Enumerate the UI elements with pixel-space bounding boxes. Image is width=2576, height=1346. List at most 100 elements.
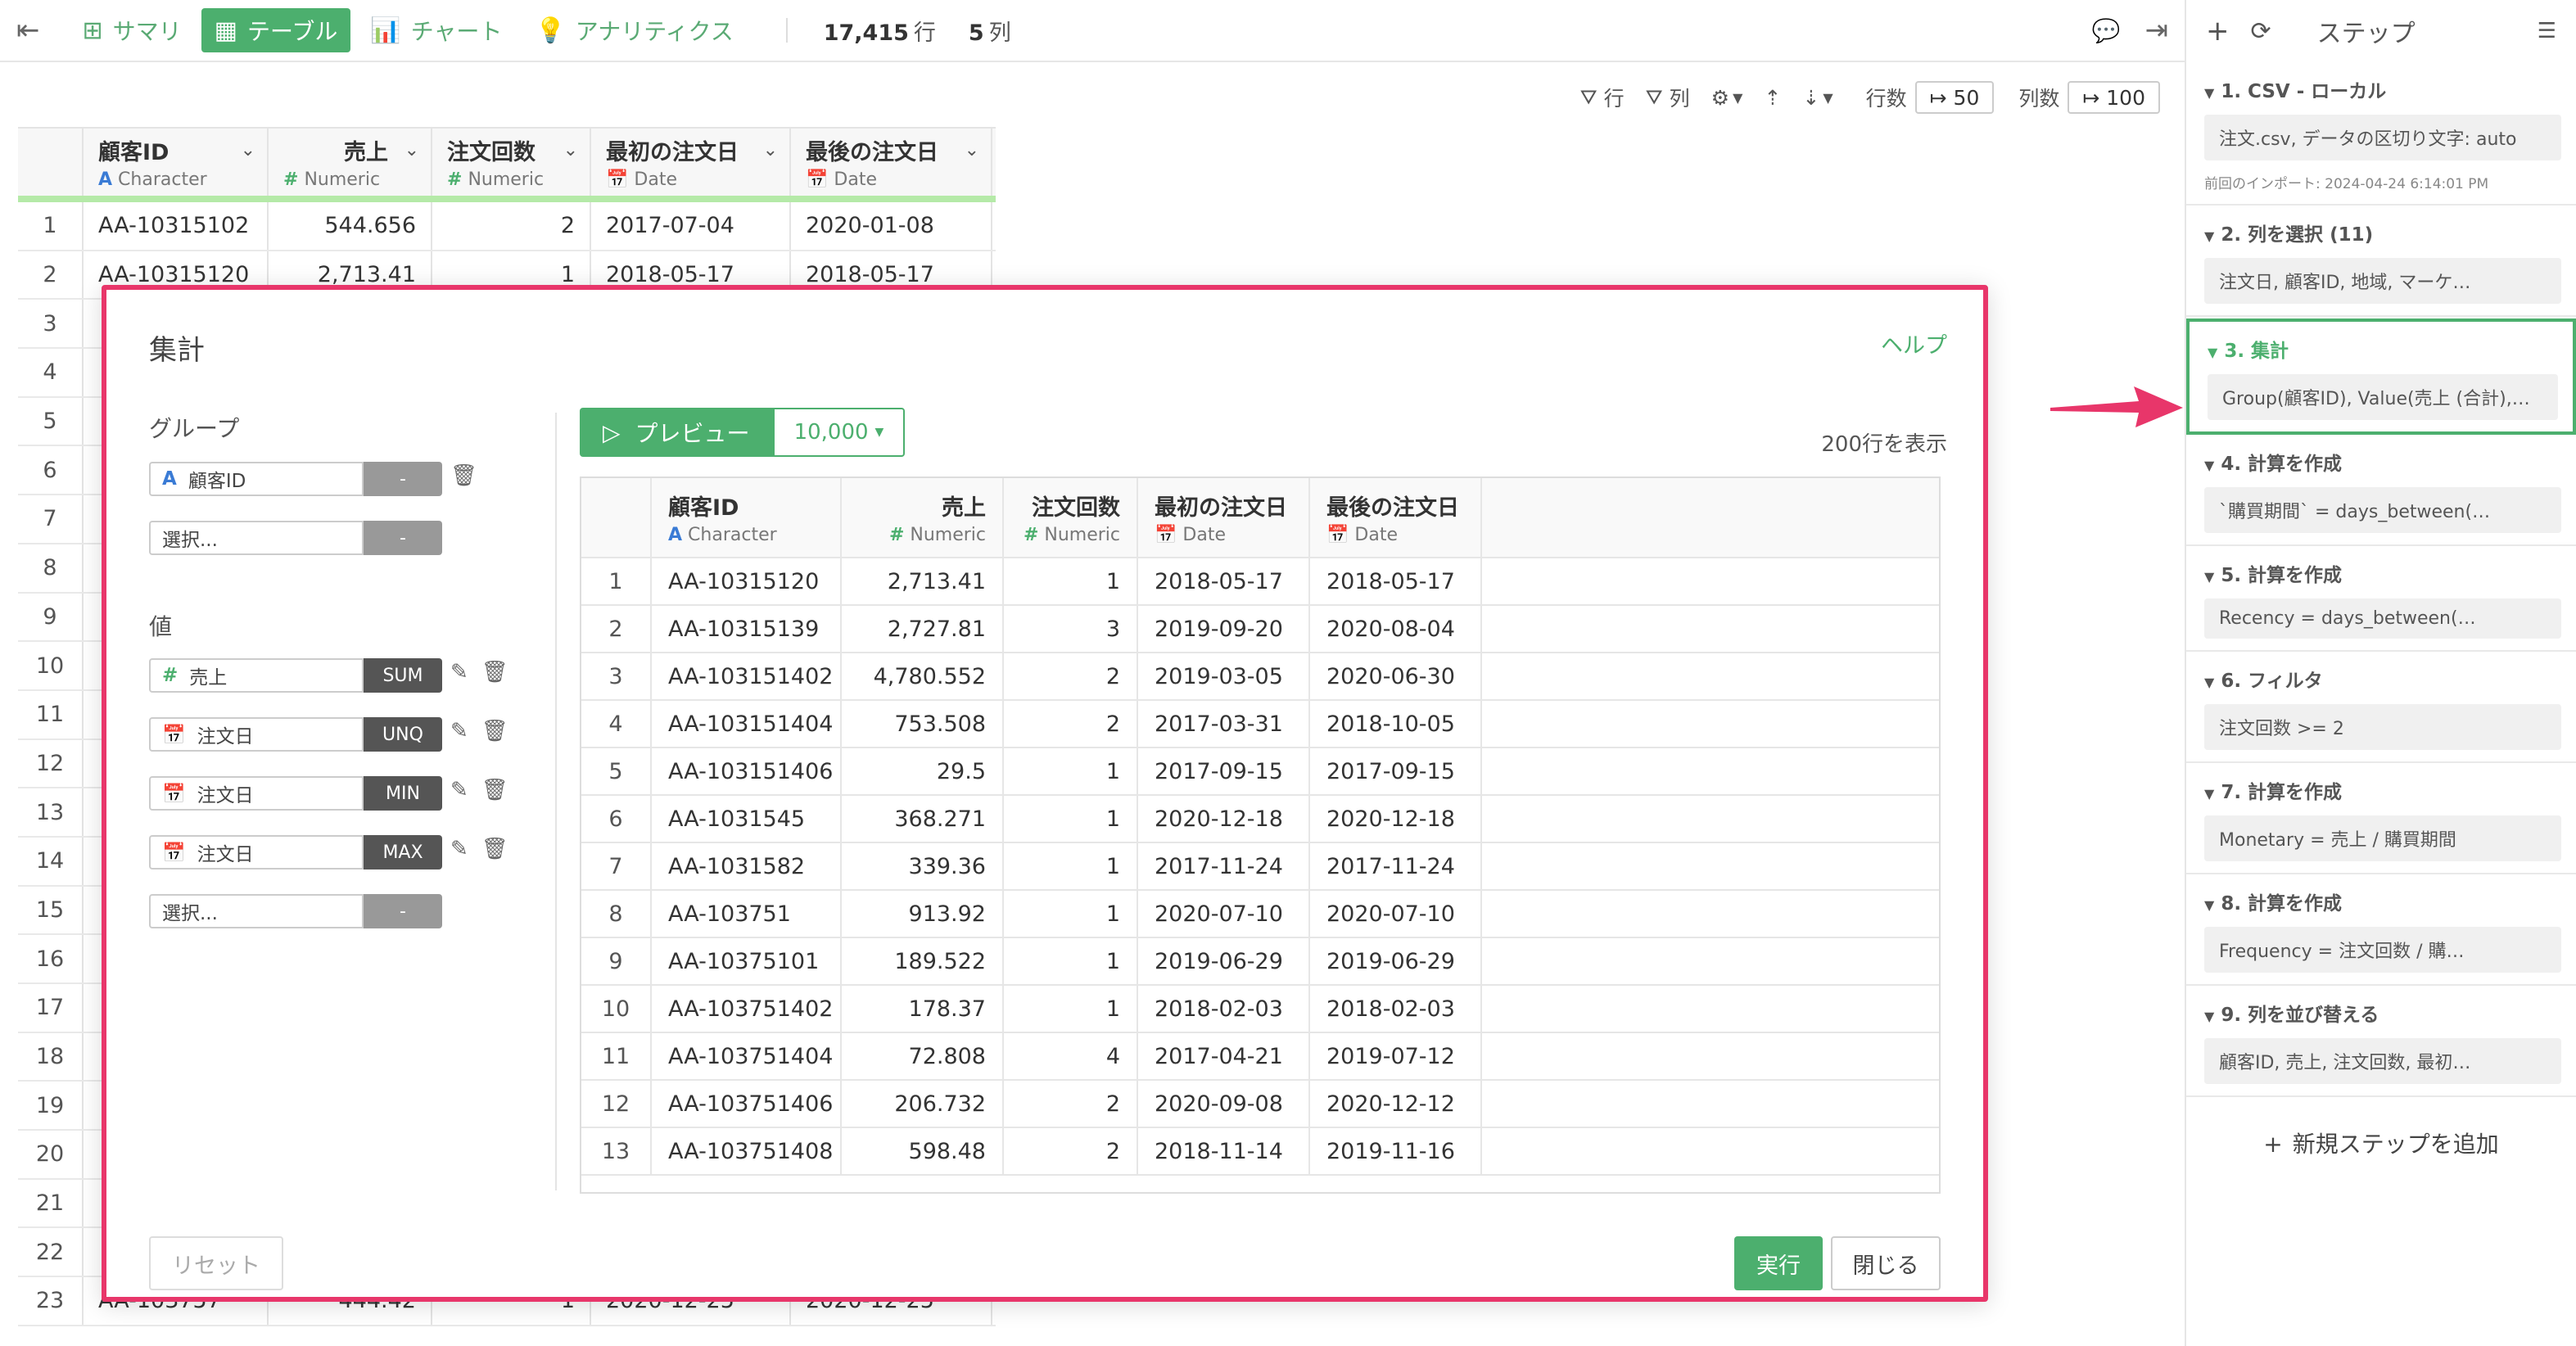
preview-cell: AA-103751 xyxy=(652,891,842,937)
value-field-select[interactable]: 選択... xyxy=(149,894,364,928)
step-item[interactable]: ▼ 9. 列を並び替える 顧客ID, 売上, 注文回数, 最初… xyxy=(2186,986,2576,1097)
aggregate-function-button[interactable]: SUM xyxy=(364,658,442,693)
run-button[interactable]: 実行 xyxy=(1734,1236,1823,1290)
value-field-select[interactable]: 📅 注文日 xyxy=(149,717,364,752)
help-link[interactable]: ヘルプ xyxy=(1881,327,1947,359)
step-item[interactable]: ▼ 3. 集計 Group(顧客ID), Value(売上 (合計),注… xyxy=(2186,318,2576,435)
group-field-select[interactable]: A 顧客ID xyxy=(149,462,364,496)
download-button[interactable]: ⇣ ▼ xyxy=(1802,86,1833,110)
caret-down-icon[interactable]: ▼ xyxy=(2208,345,2217,360)
row-number-header xyxy=(581,478,652,557)
preview-button[interactable]: ▷ プレビュー xyxy=(580,408,773,457)
tab-chart[interactable]: 📊 チャート xyxy=(357,8,515,52)
value-field-select[interactable]: 📅 注文日 xyxy=(149,835,364,869)
group-action-button[interactable]: - xyxy=(364,521,442,555)
trash-icon[interactable]: 🗑 xyxy=(481,837,508,861)
value-field-select[interactable]: # 売上 xyxy=(149,658,364,693)
column-header[interactable]: 顧客ID A Character ⌄ xyxy=(84,129,269,196)
collapse-left-icon[interactable]: ⇤ xyxy=(16,14,40,47)
step-item[interactable]: ▼ 6. フィルタ 注文回数 >= 2 xyxy=(2186,652,2576,763)
chevron-down-icon[interactable]: ⌄ xyxy=(404,140,419,160)
cols-limit-input[interactable]: ↦ 100 xyxy=(2068,81,2160,114)
column-header[interactable]: 注文回数 # Numeric ⌄ xyxy=(432,129,591,196)
step-item[interactable]: ▼ 4. 計算を作成 `購買期間` = days_between(… xyxy=(2186,435,2576,546)
step-summary[interactable]: 顧客ID, 売上, 注文回数, 最初… xyxy=(2204,1038,2561,1084)
caret-down-icon[interactable]: ▼ xyxy=(2204,897,2214,913)
reset-button[interactable]: リセット xyxy=(149,1236,283,1290)
chevron-down-icon[interactable]: ⌄ xyxy=(763,140,778,160)
step-summary[interactable]: 注文.csv, データの区切り文字: auto xyxy=(2204,115,2561,160)
edit-icon[interactable]: ✎ xyxy=(450,719,468,743)
column-header[interactable]: 最後の注文日 📅 Date ⌄ xyxy=(791,129,992,196)
edit-icon[interactable]: ✎ xyxy=(450,837,468,861)
collapse-right-icon[interactable]: ⇥ xyxy=(2145,14,2169,47)
caret-down-icon[interactable]: ▼ xyxy=(2204,786,2214,802)
trash-icon[interactable]: 🗑 xyxy=(450,463,477,488)
edit-icon[interactable]: ✎ xyxy=(450,660,468,684)
plus-icon[interactable]: + xyxy=(2206,15,2230,47)
trash-icon[interactable]: 🗑 xyxy=(481,778,508,802)
rows-limit-input[interactable]: ↦ 50 xyxy=(1914,81,1995,114)
divider xyxy=(785,18,788,43)
tab-table[interactable]: ▦ テーブル xyxy=(201,8,351,52)
step-summary[interactable]: `購買期間` = days_between(… xyxy=(2204,487,2561,533)
aggregate-function-button[interactable]: MIN xyxy=(364,776,442,811)
table-cell[interactable]: 2017-07-04 xyxy=(591,202,791,250)
group-action-button[interactable]: - xyxy=(364,462,442,496)
preview-table: 顧客ID A Character 売上 # Numeric 注文回数 # Numeri… xyxy=(580,477,1941,1194)
settings-button[interactable]: ⚙ ▼ xyxy=(1711,86,1743,110)
step-item[interactable]: ▼ 1. CSV - ローカル 注文.csv, データの区切り文字: auto 前回の… xyxy=(2186,62,2576,206)
step-summary[interactable]: Monetary = 売上 / 購買期間 xyxy=(2204,815,2561,861)
col-filter-button[interactable]: ⛛ 列 xyxy=(1646,83,1690,112)
tab-summary[interactable]: ⊞ サマリ xyxy=(70,8,195,52)
group-field-select[interactable]: 選択... xyxy=(149,521,364,555)
chevron-down-icon[interactable]: ⌄ xyxy=(241,140,255,160)
caret-down-icon[interactable]: ▼ xyxy=(2204,458,2214,473)
row-filter-button[interactable]: ⛛ 行 xyxy=(1580,83,1625,112)
aggregate-function-button[interactable]: - xyxy=(364,894,442,928)
caret-down-icon[interactable]: ▼ xyxy=(2204,85,2214,101)
calendar-icon: 📅 xyxy=(162,724,186,746)
trash-icon[interactable]: 🗑 xyxy=(481,660,508,684)
step-summary[interactable]: Frequency = 注文回数 / 購… xyxy=(2204,927,2561,973)
chevron-down-icon[interactable]: ⌄ xyxy=(563,140,578,160)
step-item[interactable]: ▼ 8. 計算を作成 Frequency = 注文回数 / 購… xyxy=(2186,874,2576,986)
aggregate-function-button[interactable]: MAX xyxy=(364,835,442,869)
preview-count-dropdown[interactable]: 10,000 ▼ xyxy=(772,408,906,457)
edit-icon[interactable]: ✎ xyxy=(450,778,468,802)
upload-button[interactable]: ⇡ xyxy=(1764,86,1781,110)
close-button[interactable]: 閉じる xyxy=(1831,1236,1941,1290)
step-summary[interactable]: Recency = days_between(… xyxy=(2204,598,2561,639)
caret-down-icon[interactable]: ▼ xyxy=(2204,675,2214,690)
refresh-icon[interactable]: ⟳ xyxy=(2251,17,2271,46)
caret-down-icon[interactable]: ▼ xyxy=(2204,1009,2214,1024)
comment-icon[interactable]: 💬 xyxy=(2092,17,2121,44)
table-cell[interactable]: AA-10315102 xyxy=(84,202,269,250)
step-summary[interactable]: 注文回数 >= 2 xyxy=(2204,704,2561,750)
preview-cell: 72.808 xyxy=(842,1033,1004,1079)
add-step-button[interactable]: + 新規ステップを追加 xyxy=(2186,1127,2576,1159)
chevron-down-icon[interactable]: ⌄ xyxy=(965,140,979,160)
row-count: 17,415 行 xyxy=(824,15,936,47)
caret-down-icon[interactable]: ▼ xyxy=(2204,228,2214,244)
step-summary[interactable]: 注文日, 顧客ID, 地域, マーケ… xyxy=(2204,258,2561,304)
caret-down-icon[interactable]: ▼ xyxy=(2204,569,2214,585)
preview-cell: 1 xyxy=(1004,558,1138,604)
table-cell[interactable]: 544.656 xyxy=(269,202,432,250)
aggregate-function-button[interactable]: UNQ xyxy=(364,717,442,752)
sliders-icon[interactable]: ☰ xyxy=(2538,19,2556,43)
step-item[interactable]: ▼ 7. 計算を作成 Monetary = 売上 / 購買期間 xyxy=(2186,763,2576,874)
character-type-icon: A xyxy=(162,468,177,490)
column-header[interactable]: 売上 # Numeric ⌄ xyxy=(269,129,432,196)
table-cell[interactable]: 2 xyxy=(432,202,591,250)
trash-icon[interactable]: 🗑 xyxy=(481,719,508,743)
step-summary[interactable]: Group(顧客ID), Value(売上 (合計),注… xyxy=(2208,374,2558,420)
column-header[interactable]: 最初の注文日 📅 Date ⌄ xyxy=(591,129,791,196)
tab-analytics[interactable]: 💡 アナリティクス xyxy=(522,8,746,52)
value-field-select[interactable]: 📅 注文日 xyxy=(149,776,364,811)
table-cell[interactable]: 2020-01-08 xyxy=(791,202,992,250)
step-item[interactable]: ▼ 2. 列を選択 (11) 注文日, 顧客ID, 地域, マーケ… xyxy=(2186,206,2576,317)
step-item[interactable]: ▼ 5. 計算を作成 Recency = days_between(… xyxy=(2186,546,2576,652)
row-number: 12 xyxy=(18,739,84,788)
play-icon: ▷ xyxy=(603,418,621,446)
